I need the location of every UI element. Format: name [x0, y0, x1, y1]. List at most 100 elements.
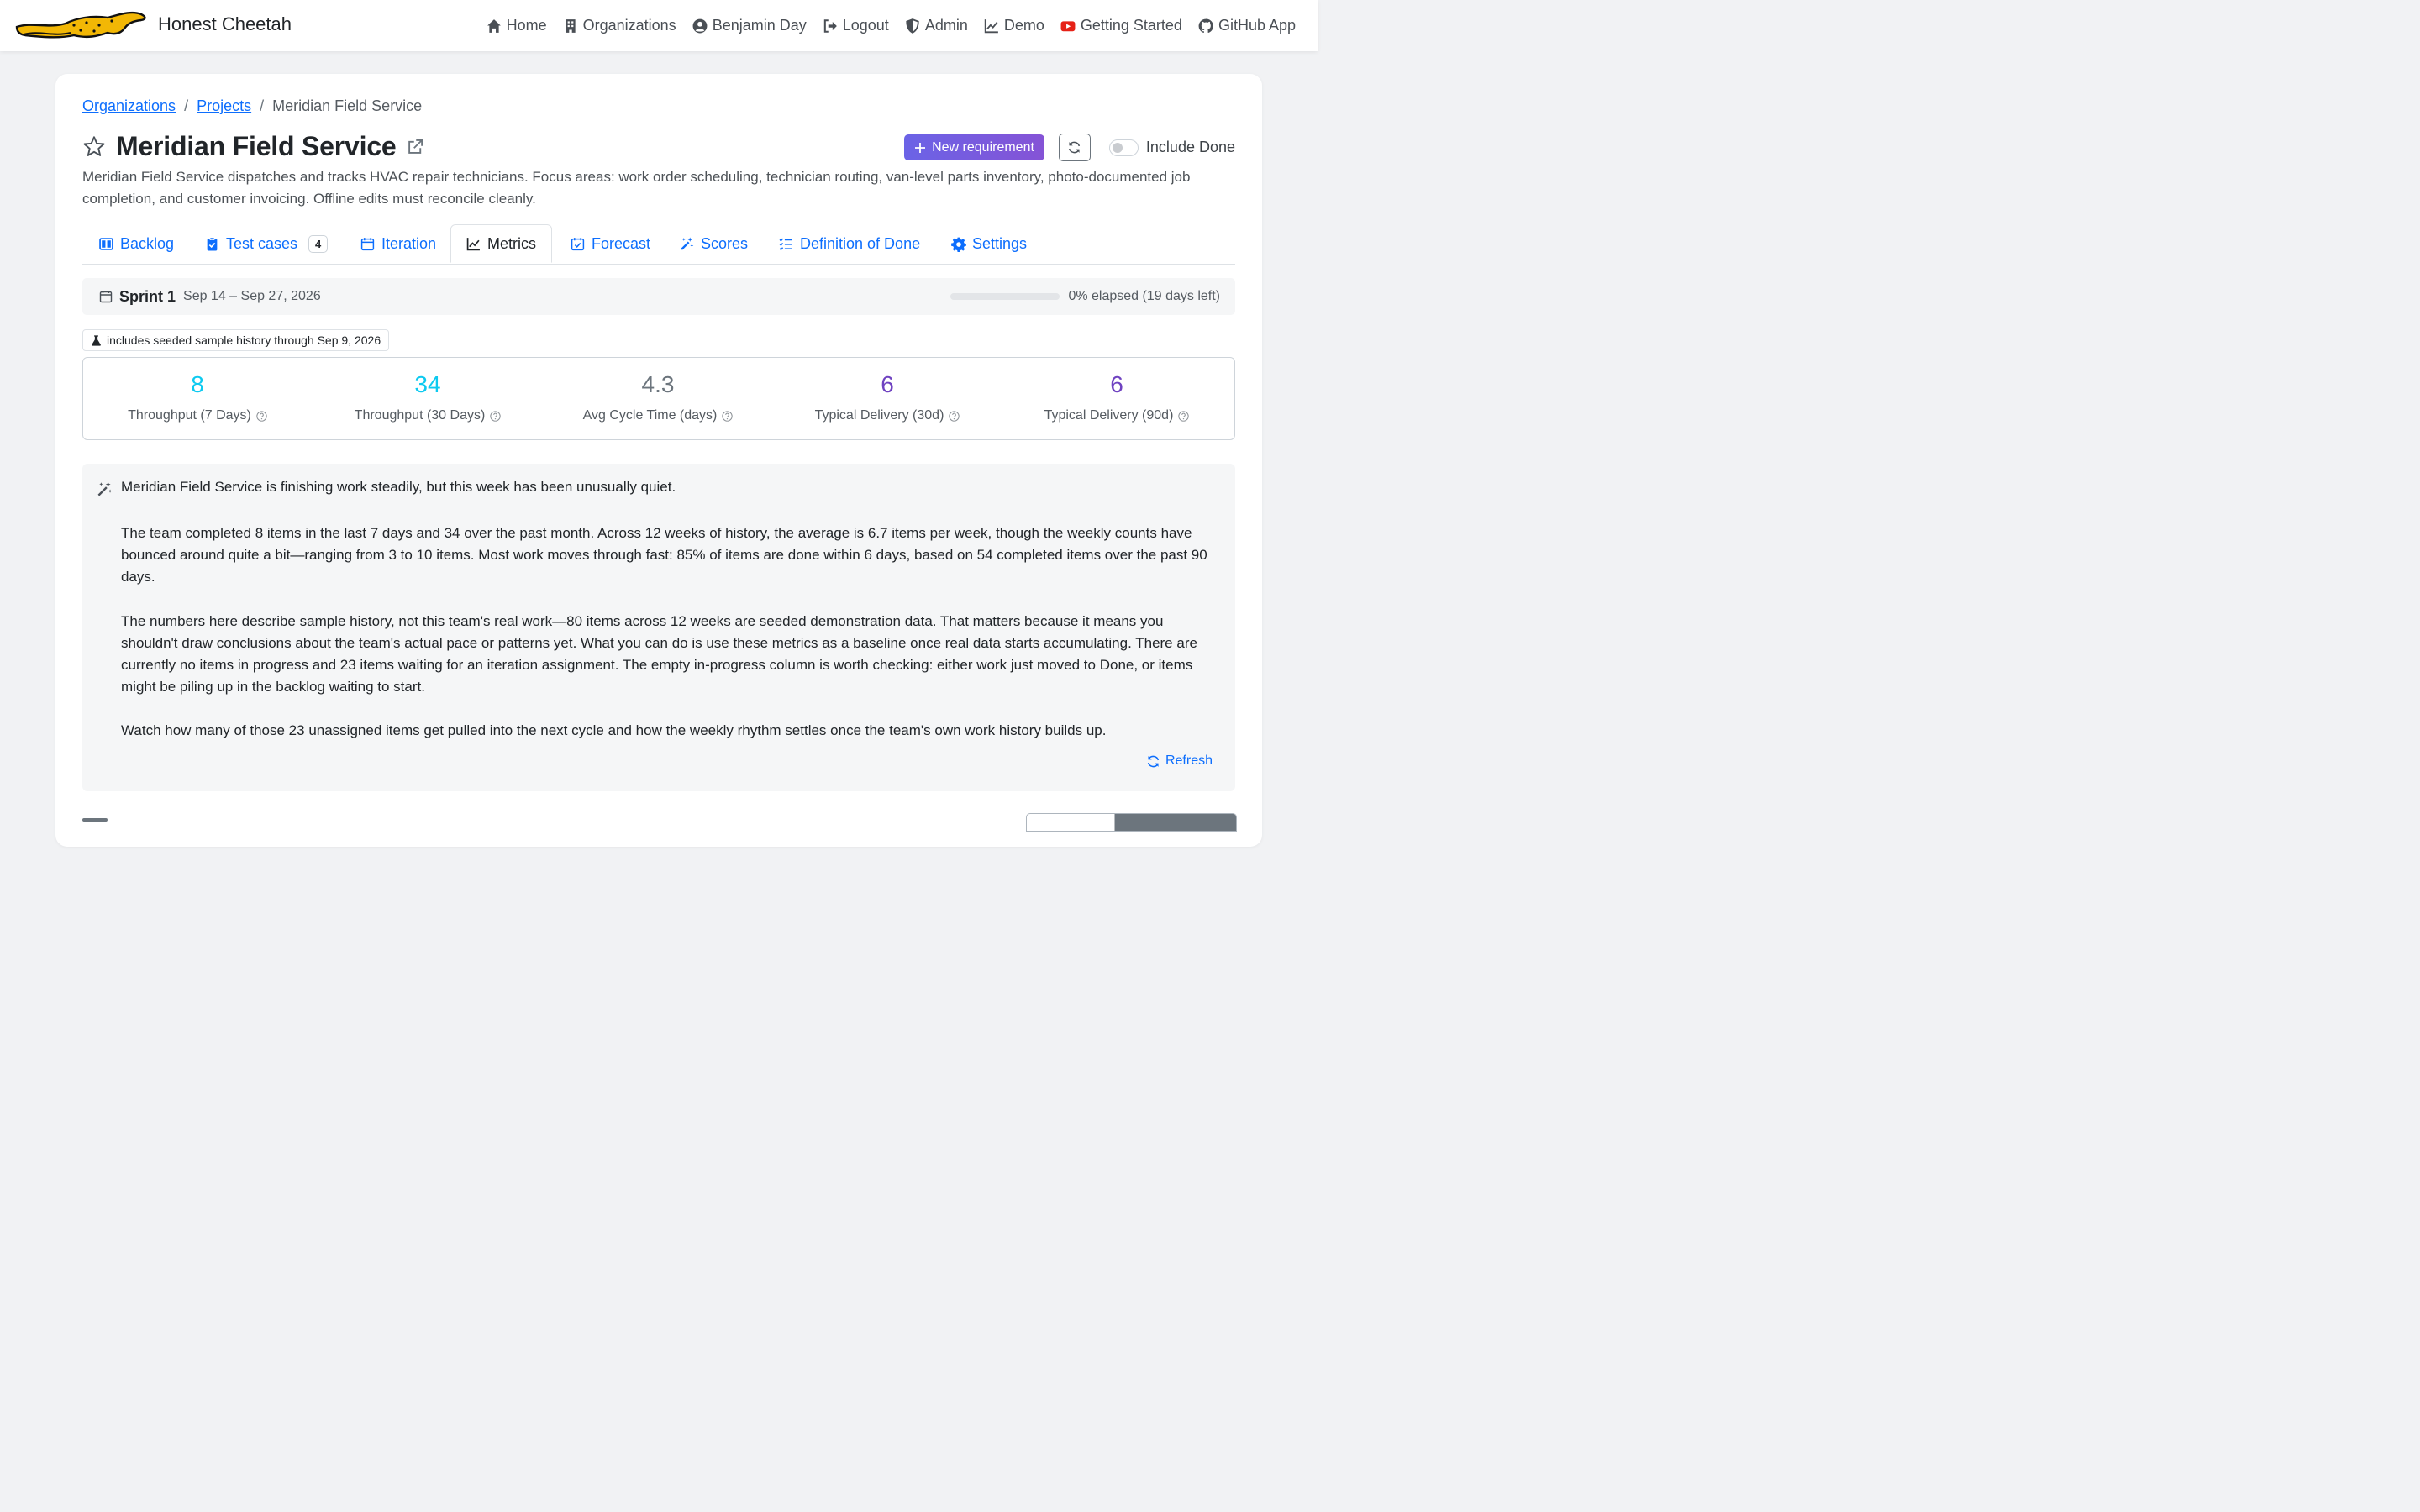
clipboard-check-icon — [205, 236, 219, 251]
github-icon — [1198, 18, 1213, 34]
brand[interactable]: Honest Cheetah — [15, 10, 292, 39]
checklist-icon — [779, 237, 793, 251]
sample-history-badge: includes seeded sample history through S… — [82, 329, 390, 351]
project-description: Meridian Field Service dispatches and tr… — [82, 169, 1191, 207]
tab-settings[interactable]: Settings — [951, 224, 1027, 263]
tab-test-cases-label: Test cases — [226, 234, 298, 252]
sprint-info: Sprint 1 Sep 14 – Sep 27, 2026 — [99, 278, 321, 315]
question-circle-icon[interactable] — [1178, 410, 1190, 422]
stat-avg-cycle-time: 4.3 Avg Cycle Time (days) — [544, 358, 772, 439]
new-requirement-label: New requirement — [932, 139, 1034, 155]
nav-user[interactable]: Benjamin Day — [692, 17, 807, 34]
tab-test-cases[interactable]: Test cases 4 — [205, 224, 329, 263]
star-icon[interactable] — [82, 135, 106, 159]
shield-icon — [905, 18, 920, 34]
breadcrumb: Organizations / Projects / Meridian Fiel… — [82, 97, 422, 115]
calendar-check-icon — [571, 237, 585, 251]
stat-label: Typical Delivery (30d) — [773, 408, 1002, 423]
include-done-label[interactable]: Include Done — [1146, 139, 1235, 156]
summary-paragraph: Watch how many of those 23 unassigned it… — [121, 722, 1107, 738]
summary-paragraph: The team completed 8 items in the last 7… — [121, 525, 1207, 585]
stat-label: Throughput (30 Days) — [313, 408, 542, 423]
flask-icon — [91, 334, 102, 346]
nav-demo[interactable]: Demo — [984, 17, 1044, 34]
tab-forecast-label: Forecast — [592, 234, 651, 252]
nav-getting-started[interactable]: Getting Started — [1060, 17, 1182, 34]
magic-wand-icon — [680, 237, 694, 251]
tab-metrics[interactable]: Metrics — [450, 224, 552, 263]
stat-label: Throughput (7 Days) — [83, 408, 312, 423]
question-circle-icon[interactable] — [949, 410, 960, 422]
nav-organizations-label: Organizations — [582, 17, 676, 34]
logout-icon — [823, 18, 838, 34]
breadcrumb-current: Meridian Field Service — [272, 97, 423, 114]
calendar-icon — [99, 290, 113, 303]
question-circle-icon[interactable] — [256, 410, 267, 422]
magic-wand-icon — [97, 481, 113, 497]
stat-value: 4.3 — [641, 371, 675, 397]
youtube-icon — [1060, 18, 1076, 34]
nav-links: Home Organizations Benjamin Day Logout A… — [487, 0, 1296, 51]
stat-label-text: Typical Delivery (90d) — [1044, 408, 1174, 423]
nav-home[interactable]: Home — [487, 17, 547, 34]
stat-throughput-30d: 34 Throughput (30 Days) — [313, 358, 542, 439]
stat-throughput-7d: 8 Throughput (7 Days) — [83, 358, 312, 439]
tab-definition-of-done-label: Definition of Done — [800, 234, 921, 252]
sprint-dates: Sep 14 – Sep 27, 2026 — [183, 289, 321, 303]
tab-iteration-label: Iteration — [381, 234, 437, 252]
breadcrumb-organizations-link[interactable]: Organizations — [82, 97, 176, 115]
gear-icon — [951, 237, 966, 252]
building-icon — [563, 18, 578, 34]
sprint-name: Sprint 1 — [119, 287, 176, 305]
user-circle-icon — [692, 18, 708, 34]
nav-github-app-label: GitHub App — [1218, 17, 1296, 34]
breadcrumb-separator: / — [184, 97, 189, 114]
view-toggle-group[interactable] — [1026, 813, 1237, 832]
new-requirement-button[interactable]: New requirement — [904, 134, 1044, 160]
metrics-summary-stats: 8 Throughput (7 Days) 34 Throughput (30 … — [82, 357, 1235, 440]
nav-demo-label: Demo — [1003, 17, 1044, 34]
nav-github-app[interactable]: GitHub App — [1198, 17, 1296, 34]
nav-user-label: Benjamin Day — [712, 17, 807, 34]
refresh-button[interactable] — [1058, 134, 1091, 161]
include-done-toggle[interactable] — [1108, 139, 1139, 156]
stat-value: 34 — [414, 371, 441, 397]
tab-definition-of-done[interactable]: Definition of Done — [779, 224, 920, 263]
ai-summary-panel: Meridian Field Service is finishing work… — [82, 464, 1235, 791]
stat-label: Typical Delivery (90d) — [1002, 408, 1231, 423]
stat-typical-delivery-90d: 6 Typical Delivery (90d) — [1002, 358, 1231, 439]
sample-history-text: includes seeded sample history through S… — [107, 333, 381, 347]
external-link-icon[interactable] — [407, 139, 424, 155]
top-navbar: Honest Cheetah Home Organizations Benjam… — [0, 0, 1318, 51]
sprint-elapsed-text: 0% elapsed (19 days left) — [1068, 289, 1220, 303]
stat-value: 6 — [881, 371, 894, 397]
tab-backlog[interactable]: Backlog — [99, 224, 174, 263]
tab-forecast[interactable]: Forecast — [571, 224, 650, 263]
title-row: Meridian Field Service — [82, 131, 424, 162]
nav-organizations[interactable]: Organizations — [563, 17, 676, 34]
stat-value: 8 — [191, 371, 204, 397]
page-title: Meridian Field Service — [116, 131, 397, 161]
section-heading-stub — [82, 818, 108, 822]
breadcrumb-projects-link[interactable]: Projects — [197, 97, 251, 115]
question-circle-icon[interactable] — [722, 410, 734, 422]
stat-label-text: Avg Cycle Time (days) — [582, 408, 718, 423]
summary-refresh-label: Refresh — [1165, 753, 1213, 768]
question-circle-icon[interactable] — [490, 410, 501, 422]
stat-label-text: Throughput (30 Days) — [354, 408, 486, 423]
tab-metrics-label: Metrics — [487, 234, 536, 252]
project-tabs: Backlog Test cases 4 Iteration Metrics F… — [82, 224, 1235, 265]
nav-logout[interactable]: Logout — [823, 17, 889, 34]
summary-refresh-button[interactable]: Refresh — [1146, 753, 1213, 769]
sprint-progress: 0% elapsed (19 days left) — [950, 278, 1220, 315]
main-card: Organizations / Projects / Meridian Fiel… — [55, 74, 1262, 847]
stat-value: 6 — [1110, 371, 1123, 397]
refresh-icon — [1146, 754, 1160, 769]
tab-backlog-label: Backlog — [120, 234, 175, 252]
sprint-progress-bar — [950, 293, 1060, 300]
cheetah-logo-icon — [15, 10, 148, 39]
nav-admin[interactable]: Admin — [905, 17, 968, 34]
tab-scores[interactable]: Scores — [680, 224, 748, 263]
brand-name: Honest Cheetah — [158, 13, 292, 34]
tab-iteration[interactable]: Iteration — [360, 224, 436, 263]
